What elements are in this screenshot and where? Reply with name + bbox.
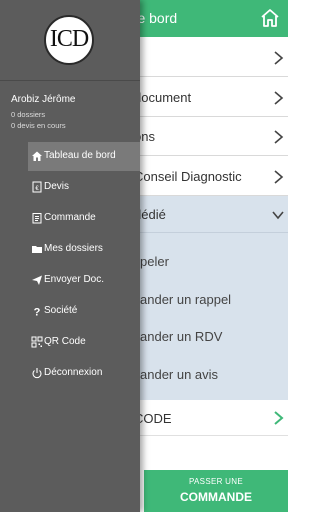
chevron-right-icon	[274, 91, 284, 105]
menu-item-societe[interactable]: ? Société	[28, 297, 140, 326]
send-icon	[32, 275, 42, 285]
devis-count: 0 devis en cours	[11, 121, 66, 130]
dossiers-count: 0 dossiers	[11, 110, 46, 119]
home-icon	[32, 151, 42, 161]
place-order-button[interactable]: PASSER UNE COMMANDE	[144, 470, 288, 512]
section-item-label: peler	[140, 254, 169, 269]
order-button-label: COMMANDE	[180, 490, 252, 504]
drawer-header: ICD	[0, 0, 140, 81]
menu-label: QR Code	[44, 336, 86, 347]
commande-icon	[32, 213, 42, 224]
menu-item-tableau-de-bord[interactable]: Tableau de bord	[28, 142, 140, 171]
menu-item-devis[interactable]: € Devis	[28, 173, 140, 202]
menu-label: Mes dossiers	[44, 243, 103, 254]
qr-code-icon	[31, 336, 43, 348]
navigation-drawer: ICD Arobiz Jérôme 0 dossiers 0 devis en …	[0, 0, 140, 512]
section-item-label: ander un rappel	[140, 292, 232, 307]
menu-item-deconnexion[interactable]: Déconnexion	[28, 359, 140, 388]
menu-item-envoyer-doc[interactable]: Envoyer Doc.	[28, 266, 140, 295]
row-label: Conseil Diagnostic	[134, 169, 242, 184]
logo-text: ICD	[49, 26, 89, 52]
row-label: document	[134, 90, 192, 105]
menu-label: Envoyer Doc.	[44, 274, 105, 285]
order-button-caption: PASSER UNE	[189, 477, 243, 486]
question-icon: ?	[34, 307, 41, 318]
section-item-label: ander un RDV	[140, 329, 223, 344]
devis-icon: €	[32, 181, 42, 193]
chevron-right-icon	[274, 51, 284, 65]
home-icon[interactable]	[258, 6, 282, 30]
menu-item-commande[interactable]: Commande	[28, 204, 140, 233]
menu-label: Commande	[44, 212, 96, 223]
power-icon	[32, 368, 42, 379]
menu-label: Tableau de bord	[44, 150, 116, 161]
chevron-right-icon	[274, 130, 284, 144]
user-name: Arobiz Jérôme	[11, 94, 76, 105]
chevron-right-icon	[274, 170, 284, 184]
folder-icon	[32, 246, 42, 253]
chevron-down-icon	[272, 211, 284, 220]
svg-text:€: €	[35, 186, 39, 192]
menu-label: Déconnexion	[44, 367, 103, 378]
menu-item-mes-dossiers[interactable]: Mes dossiers	[28, 235, 140, 264]
menu-label: Société	[44, 305, 78, 316]
chevron-right-icon	[274, 411, 284, 425]
section-item-label: ander un avis	[140, 367, 219, 382]
menu-item-qr-code[interactable]: QR Code	[28, 328, 140, 357]
menu-label: Devis	[44, 181, 70, 192]
company-logo: ICD	[44, 15, 94, 65]
svg-text:?: ?	[34, 307, 41, 318]
